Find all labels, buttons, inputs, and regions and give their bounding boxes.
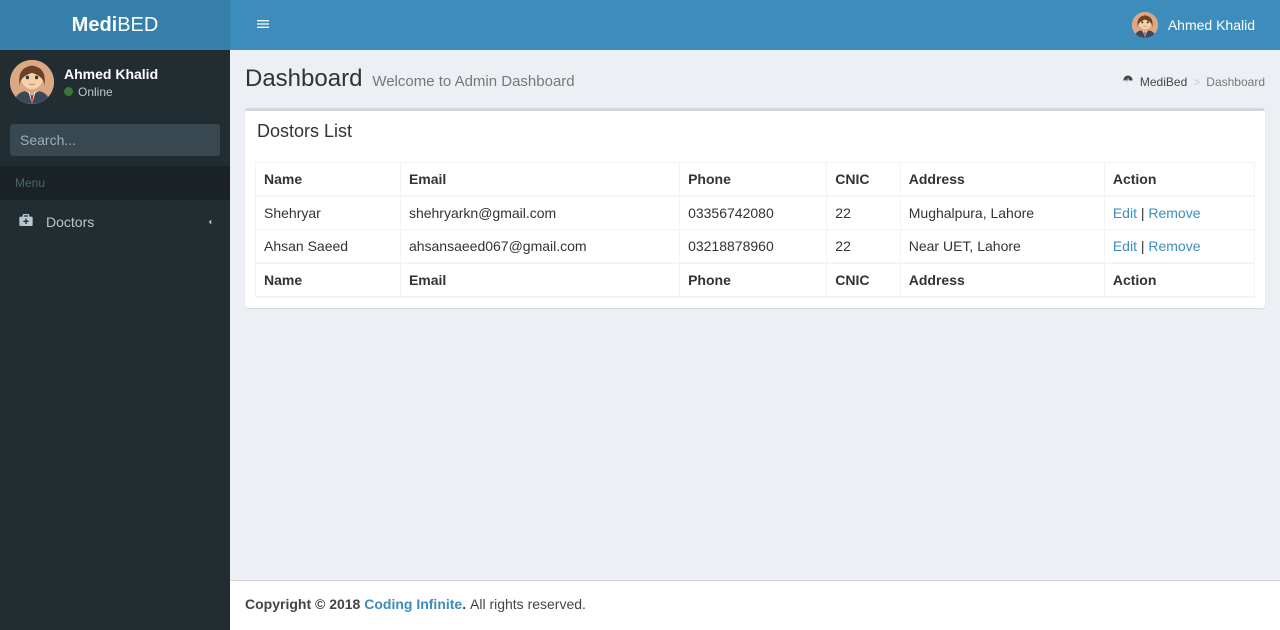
medkit-icon (18, 212, 38, 231)
breadcrumb-current: Dashboard (1206, 75, 1265, 89)
menu-icon (255, 19, 271, 35)
header-user-name: Ahmed Khalid (1168, 17, 1255, 33)
content-header: Dashboard Welcome to Admin Dashboard Med… (230, 50, 1280, 108)
sidebar-search (0, 114, 230, 166)
content: Dostors List Name Email Phone CNIC Addre… (230, 108, 1280, 323)
col-address: Address (900, 163, 1104, 197)
main-footer: Copyright © 2018 Coding Infinite. All ri… (230, 580, 1280, 630)
breadcrumb-separator: > (1193, 75, 1200, 89)
brand-light: BED (117, 14, 158, 36)
brand-logo[interactable]: MediBED (0, 0, 230, 50)
cell-address: Mughalpura, Lahore (900, 196, 1104, 230)
cell-email: shehryarkn@gmail.com (400, 196, 679, 230)
table-header-row: Name Email Phone CNIC Address Action (256, 163, 1255, 197)
cell-name: Shehryar (256, 196, 401, 230)
footer-link[interactable]: Coding Infinite (364, 596, 462, 612)
breadcrumb-home[interactable]: MediBed (1140, 75, 1187, 89)
cell-cnic: 22 (827, 196, 900, 230)
avatar (10, 60, 54, 104)
col-action: Action (1104, 163, 1254, 197)
footer-suffix: All rights reserved. (470, 596, 586, 612)
search-input[interactable] (10, 124, 211, 156)
table-row: Shehryar shehryarkn@gmail.com 0335674208… (256, 196, 1255, 230)
breadcrumb: MediBed > Dashboard (1122, 74, 1265, 89)
cell-address: Near UET, Lahore (900, 230, 1104, 264)
col-phone: Phone (680, 163, 827, 197)
cell-phone: 03218878960 (680, 230, 827, 264)
page-title: Dashboard (245, 65, 362, 93)
brand-bold: Medi (72, 14, 118, 36)
user-status[interactable]: Online (64, 85, 158, 99)
col-name: Name (256, 263, 401, 297)
cell-cnic: 22 (827, 230, 900, 264)
main-header: MediBED Ahmed Khalid (0, 0, 1280, 50)
edit-link[interactable]: Edit (1113, 238, 1137, 254)
table-row: Ahsan Saeed ahsansaeed067@gmail.com 0321… (256, 230, 1255, 264)
remove-link[interactable]: Remove (1148, 205, 1200, 221)
sidebar-toggle-button[interactable] (245, 6, 281, 45)
cell-name: Ahsan Saeed (256, 230, 401, 264)
sidebar-menu-header: Menu (0, 166, 230, 200)
footer-dot: . (462, 596, 466, 612)
remove-link[interactable]: Remove (1148, 238, 1200, 254)
edit-link[interactable]: Edit (1113, 205, 1137, 221)
card-title: Dostors List (257, 121, 1253, 142)
cell-email: ahsansaeed067@gmail.com (400, 230, 679, 264)
col-cnic: CNIC (827, 163, 900, 197)
content-wrapper: Dashboard Welcome to Admin Dashboard Med… (230, 50, 1280, 580)
search-button[interactable] (211, 124, 220, 156)
table-footer-row: Name Email Phone CNIC Address Action (256, 263, 1255, 297)
cell-phone: 03356742080 (680, 196, 827, 230)
status-text: Online (78, 85, 113, 99)
sidebar: Ahmed Khalid Online Menu Doctors (0, 50, 230, 630)
col-cnic: CNIC (827, 263, 900, 297)
action-separator: | (1137, 238, 1148, 254)
doctors-table: Name Email Phone CNIC Address Action She… (255, 162, 1255, 298)
dashboard-icon (1122, 74, 1134, 89)
header-user-menu[interactable]: Ahmed Khalid (1122, 4, 1265, 46)
footer-prefix: Copyright © 2018 (245, 596, 364, 612)
cell-action: Edit | Remove (1104, 230, 1254, 264)
avatar (1132, 12, 1158, 38)
top-navbar: Ahmed Khalid (230, 0, 1280, 50)
sidebar-item-doctors[interactable]: Doctors (0, 200, 230, 243)
sidebar-user-name: Ahmed Khalid (64, 66, 158, 82)
cell-action: Edit | Remove (1104, 196, 1254, 230)
col-email: Email (400, 163, 679, 197)
action-separator: | (1137, 205, 1148, 221)
doctors-list-card: Dostors List Name Email Phone CNIC Addre… (245, 108, 1265, 308)
sidebar-user-panel: Ahmed Khalid Online (0, 50, 230, 114)
col-email: Email (400, 263, 679, 297)
page-subtitle: Welcome to Admin Dashboard (372, 73, 574, 90)
col-phone: Phone (680, 263, 827, 297)
col-address: Address (900, 263, 1104, 297)
chevron-left-icon (205, 214, 215, 230)
sidebar-item-label: Doctors (46, 214, 205, 230)
status-dot-icon (64, 87, 73, 96)
col-action: Action (1104, 263, 1254, 297)
col-name: Name (256, 163, 401, 197)
